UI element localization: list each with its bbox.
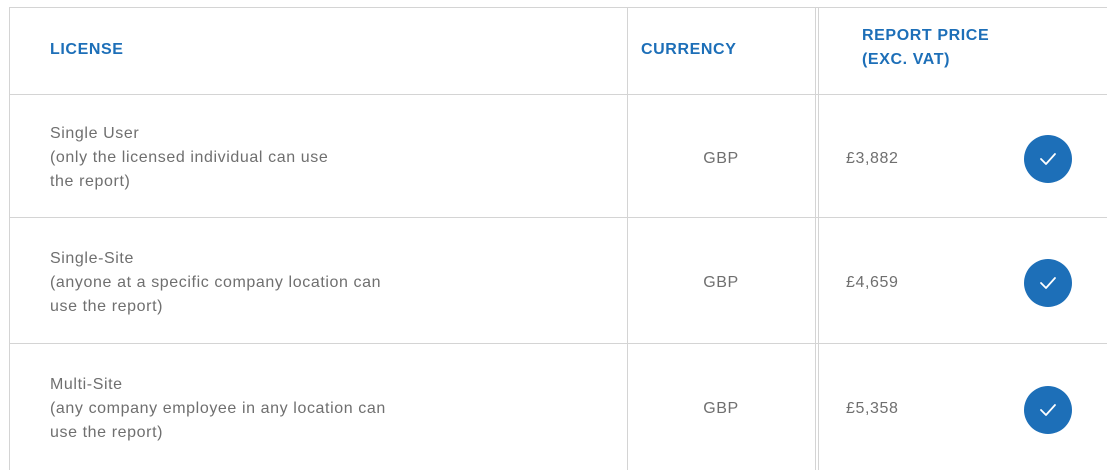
- header-price-rest: PRICE: [932, 27, 990, 44]
- price-cell: £5,358: [846, 400, 899, 417]
- license-description: Multi-Site (any company employee in any …: [50, 373, 520, 445]
- license-detail-line: use the report): [50, 298, 164, 315]
- license-detail-line: the report): [50, 173, 131, 190]
- table-header-row: LICENSE CURRENCY REPORT PRICE (EXC. VAT): [10, 8, 1107, 95]
- table-row[interactable]: Single-Site (anyone at a specific compan…: [10, 218, 1107, 344]
- license-detail-line: (only the licensed individual can use: [50, 149, 329, 166]
- license-name: Multi-Site: [50, 376, 123, 393]
- select-license-button[interactable]: [1024, 259, 1072, 307]
- select-license-button[interactable]: [1024, 386, 1072, 434]
- table-row[interactable]: Single User (only the licensed individua…: [10, 95, 1107, 218]
- header-currency: CURRENCY: [641, 41, 737, 58]
- license-detail-line: use the report): [50, 424, 164, 441]
- header-price-sub: (EXC. VAT): [862, 51, 951, 68]
- license-detail-line: (any company employee in any location ca…: [50, 400, 386, 417]
- license-name: Single-Site: [50, 250, 134, 267]
- currency-cell: GBP: [703, 274, 739, 291]
- header-price-strong: REPORT: [862, 27, 933, 44]
- license-price-table: LICENSE CURRENCY REPORT PRICE (EXC. VAT)…: [9, 7, 1107, 470]
- header-report-price: REPORT PRICE (EXC. VAT): [862, 24, 989, 72]
- select-license-button[interactable]: [1024, 135, 1072, 183]
- table-row[interactable]: Multi-Site (any company employee in any …: [10, 344, 1107, 471]
- license-description: Single User (only the licensed individua…: [50, 122, 520, 194]
- price-cell: £3,882: [846, 150, 899, 167]
- header-license: LICENSE: [50, 41, 124, 58]
- price-cell: £4,659: [846, 274, 899, 291]
- checkmark-icon: [1040, 277, 1056, 289]
- checkmark-icon: [1040, 153, 1056, 165]
- license-name: Single User: [50, 125, 140, 142]
- license-description: Single-Site (anyone at a specific compan…: [50, 247, 520, 319]
- checkmark-icon: [1040, 404, 1056, 416]
- license-detail-line: (anyone at a specific company location c…: [50, 274, 382, 291]
- currency-cell: GBP: [703, 150, 739, 167]
- currency-cell: GBP: [703, 400, 739, 417]
